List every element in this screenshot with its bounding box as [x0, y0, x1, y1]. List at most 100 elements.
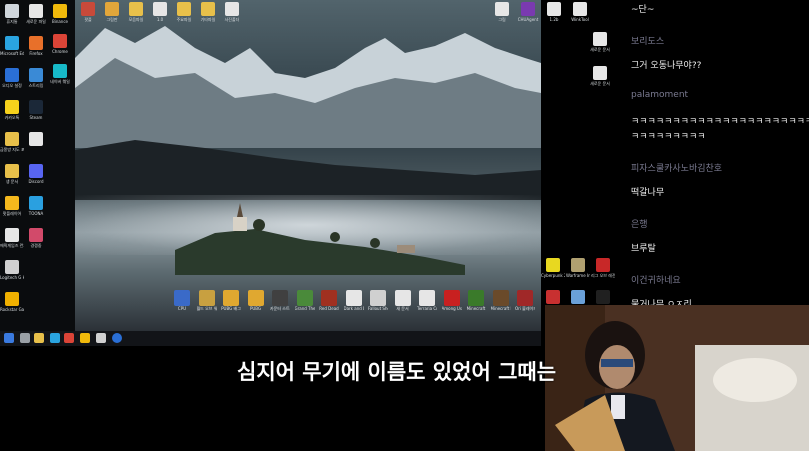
app-taskbar-icon-2[interactable] — [112, 333, 122, 343]
desktop-shortcut[interactable]: Fallout Shelter — [368, 290, 388, 311]
desktop-shortcut[interactable]: Minecraft Launcher — [491, 290, 511, 311]
desktop-shortcut[interactable]: Binance — [48, 4, 72, 24]
desktop-shortcut[interactable]: CPU — [172, 290, 192, 311]
desktop-shortcut[interactable]: 새 문서 — [393, 290, 413, 311]
desktop-shortcut[interactable]: Terraria Crafter — [417, 290, 437, 311]
desktop-shortcut[interactable]: Warframe Installer — [566, 258, 590, 278]
minecraft-icon — [492, 290, 509, 306]
desktop-shortcut[interactable]: Chrome — [48, 34, 72, 54]
desktop-shortcut[interactable]: 새로운 문서 — [588, 66, 612, 86]
file-explorer-icon[interactable] — [34, 333, 44, 343]
binance-taskbar-icon[interactable] — [80, 333, 90, 343]
desktop-shortcut[interactable]: PUBG 배그 — [221, 290, 241, 311]
shortcut-label: Minecraft — [466, 306, 486, 311]
shortcut-label: 리그 오브 레전드 — [591, 273, 615, 278]
desktop-shortcut[interactable]: 월드 오브 워크래프트 클래식 — [197, 290, 217, 311]
desktop-shortcut[interactable]: 팟플 — [76, 2, 100, 22]
desktop-shortcut[interactable]: 그림 — [490, 2, 514, 22]
desktop-shortcut[interactable]: 카운터 스트라이크 — [270, 290, 290, 311]
desktop-shortcut[interactable]: 스트리밍 — [24, 68, 48, 88]
shortcut-label: 1.0 — [156, 17, 164, 22]
desktop-shortcut[interactable]: 네이버 웨일 — [48, 64, 72, 84]
desktop-shortcut[interactable]: 사진폴더 — [220, 2, 244, 22]
desktop-shortcut[interactable]: 카카오톡 — [0, 100, 24, 120]
desktop-shortcut[interactable]: 새로운 문서 — [588, 32, 612, 52]
edge-taskbar-icon[interactable] — [50, 333, 60, 343]
desktop-shortcut[interactable]: Minecraft — [466, 290, 486, 311]
shortcut-label: Logitech G Hub — [0, 275, 24, 280]
shortcut-label: Chrome — [52, 49, 68, 54]
shortcut-label: 카카오톡 — [4, 115, 20, 120]
shortcut-label: 오디오 설정 — [2, 83, 22, 88]
shortcut-label: Terraria Crafter — [417, 306, 437, 311]
shortcut-label: Rockstar Games — [0, 307, 24, 312]
desktop-shortcut[interactable]: Dark and Darker — [344, 290, 364, 311]
doc-icon — [593, 66, 607, 80]
desktop-shortcut[interactable]: TOONA — [24, 196, 48, 216]
chrome-taskbar-icon[interactable] — [64, 333, 74, 343]
desktop-shortcut[interactable]: Among Us — [442, 290, 462, 311]
shortcut-label: 새 문서 — [396, 306, 409, 311]
desktop-shortcut[interactable]: 리그 오브 레전드 — [591, 258, 615, 278]
desktop-shortcut[interactable]: Microsoft Edge — [0, 36, 24, 56]
desktop-shortcut[interactable]: 에픽게임즈 런처 — [0, 228, 24, 248]
app-icon — [571, 258, 585, 272]
desktop-shortcut[interactable]: 생 문서 — [0, 164, 24, 184]
shortcut-label: PUBG 배그 — [221, 306, 241, 311]
discord-icon — [29, 164, 43, 178]
start-windows-icon[interactable] — [4, 333, 14, 343]
desktop-shortcut[interactable] — [541, 290, 565, 305]
desktop-shortcut[interactable]: Firefox — [24, 36, 48, 56]
desktop-shortcut[interactable]: Steam — [24, 100, 48, 120]
desktop-shortcut[interactable]: Discord — [24, 164, 48, 184]
desktop-shortcut[interactable] — [591, 290, 615, 305]
desktop-shortcut[interactable]: Grand Theft Auto V — [295, 290, 315, 311]
desktop-shortcut[interactable]: 그림판 — [100, 2, 124, 22]
desktop-shortcut[interactable]: Rockstar Games — [0, 292, 24, 312]
app-taskbar-icon[interactable] — [96, 333, 106, 343]
folder-icon — [129, 2, 143, 16]
desktop-shortcut[interactable]: PUBG — [246, 290, 266, 311]
folder-icon — [5, 164, 19, 178]
desktop-shortcut[interactable]: 휴지통 — [0, 4, 24, 24]
search-icon[interactable] — [20, 333, 30, 343]
app-icon — [29, 228, 43, 242]
doc-icon — [495, 2, 509, 16]
forest-hill-wallpaper — [75, 140, 541, 200]
desktop-shortcut[interactable]: 팟플레이어 — [0, 196, 24, 216]
desktop-shortcut[interactable]: 기타파일 — [196, 2, 220, 22]
desktop-shortcut[interactable]: 경쟁중 — [24, 228, 48, 248]
shortcut-label: 1.2b — [549, 17, 559, 22]
desktop-shortcut[interactable] — [24, 132, 48, 147]
desktop-shortcut[interactable]: Logitech G Hub — [0, 260, 24, 280]
desktop-shortcut[interactable]: Ori 블레이드 — [515, 290, 535, 311]
shortcut-label: 경쟁중 — [30, 243, 42, 248]
shortcut-label: 사진폴더 — [224, 17, 240, 22]
app-icon — [468, 290, 484, 306]
desktop-shortcut[interactable]: 1.0 — [148, 2, 172, 22]
kakaotalk-icon — [5, 100, 19, 114]
desktop-shortcut[interactable]: 1.2b — [542, 2, 566, 22]
mountain-range-wallpaper — [75, 26, 541, 148]
desktop-shortcut[interactable]: WinkTool — [568, 2, 592, 22]
desktop-shortcut[interactable]: CHUAgent — [516, 2, 540, 22]
doc-icon — [153, 2, 167, 16]
desktop-shortcut[interactable]: 금퐁방 지도 포함 — [0, 132, 24, 152]
shortcut-label: Grand Theft Auto V — [294, 306, 315, 311]
doc-icon — [419, 290, 435, 306]
potplayer-icon — [5, 196, 19, 210]
desktop-shortcut[interactable] — [566, 290, 590, 305]
paint-icon — [105, 2, 119, 16]
desktop-shortcut[interactable]: 새로운 파일 — [24, 4, 48, 24]
desktop-shortcut[interactable]: 주요파일 — [172, 2, 196, 22]
desktop-shortcut[interactable]: 오디오 설정 — [0, 68, 24, 88]
streamer-webcam-image — [545, 305, 809, 451]
desktop-shortcut[interactable]: Red Dead — [319, 290, 339, 311]
shortcut-label: 모음파일 — [128, 17, 144, 22]
wow-icon — [198, 290, 215, 306]
desktop-shortcut[interactable]: 모음파일 — [124, 2, 148, 22]
desktop-shortcut[interactable]: Cyberpunk 2077 — [541, 258, 565, 278]
doc-icon — [345, 290, 362, 306]
app-icon — [174, 290, 190, 306]
rockstar-icon — [5, 292, 19, 306]
